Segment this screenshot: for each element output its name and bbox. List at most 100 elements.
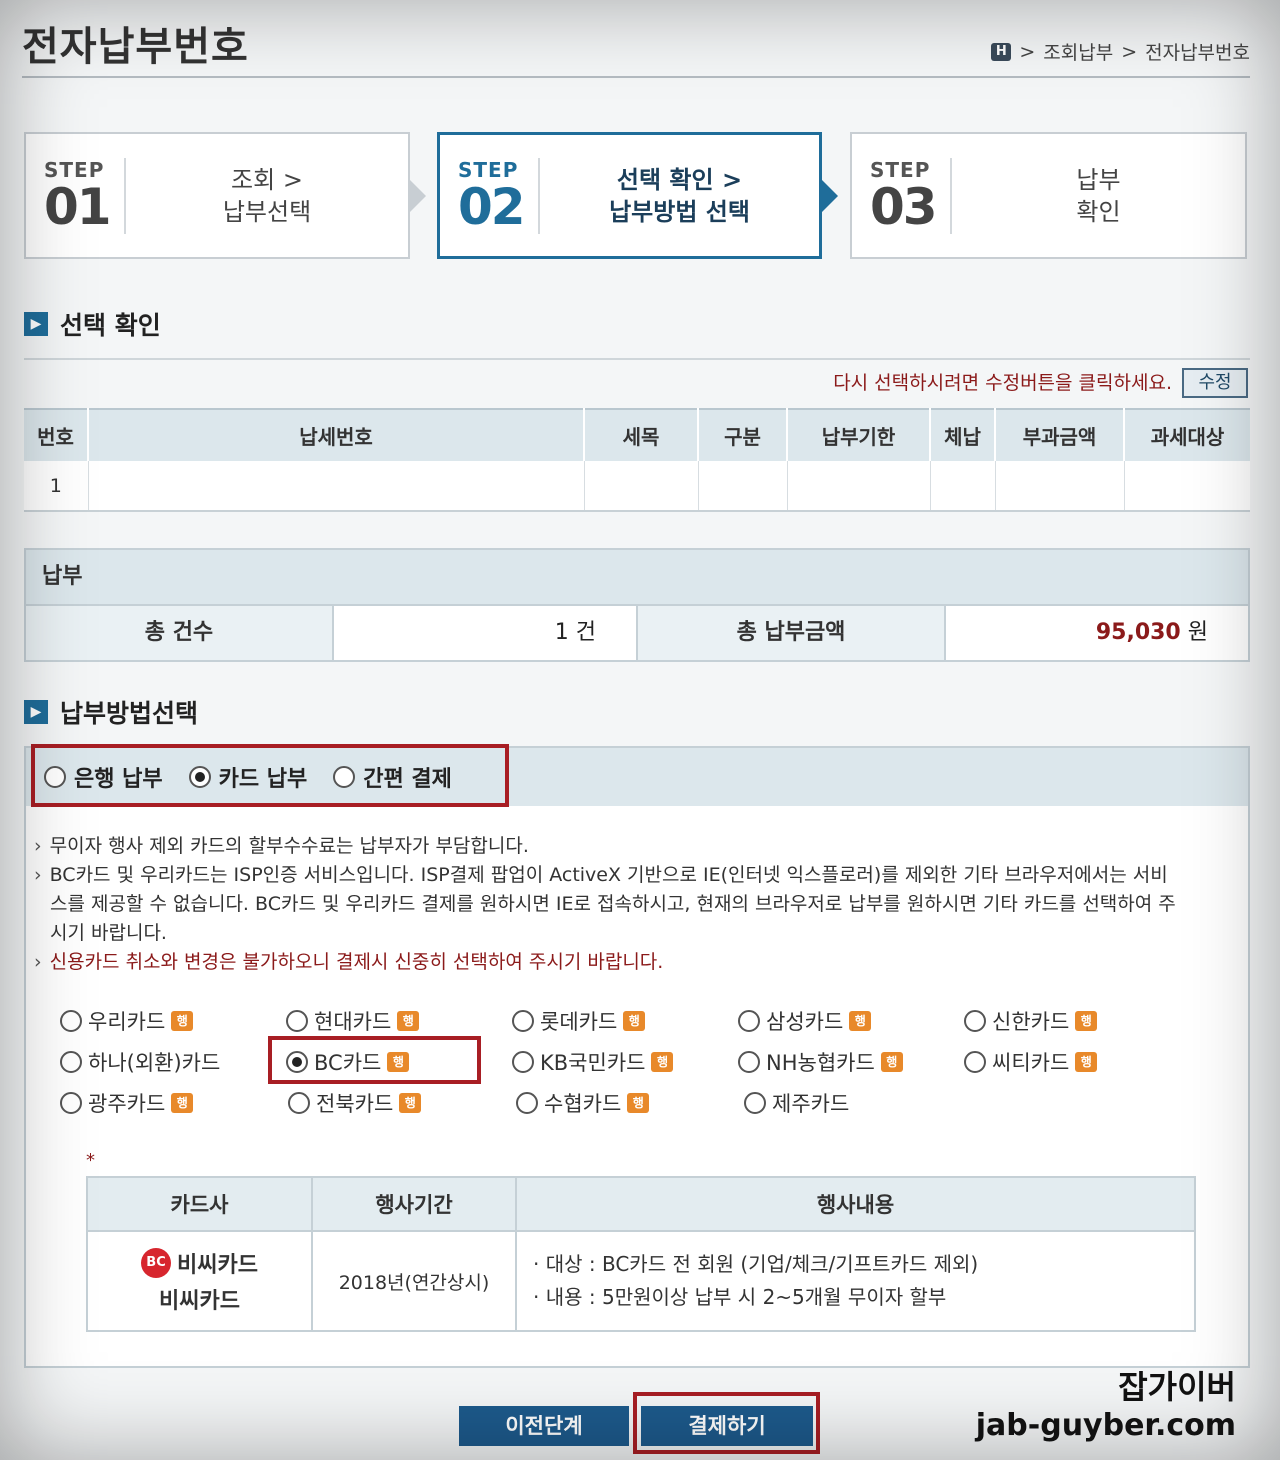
card-name: 삼성카드	[766, 1009, 844, 1034]
total-amount-label: 총 납부금액	[638, 606, 944, 660]
easy-payment-option[interactable]: 간편 결제	[333, 761, 452, 793]
radio-button-selected[interactable]	[188, 766, 211, 788]
event-badge-icon: 행	[627, 1092, 650, 1113]
radio-button[interactable]	[60, 1050, 82, 1073]
card-option[interactable]: NH농협카드 행	[738, 1047, 964, 1077]
title-divider	[22, 76, 1250, 78]
step-subtitle: 납부선택	[222, 197, 312, 226]
card-option[interactable]: 삼성카드 행	[738, 1006, 964, 1036]
radio-button[interactable]	[964, 1009, 986, 1032]
radio-button[interactable]	[512, 1009, 534, 1032]
selection-heading: ▶ 선택 확인	[24, 306, 161, 342]
promo-table: 카드사 행사기간 행사내용 BC 비씨카드 비씨카드 2018년(연간상시) ·…	[86, 1176, 1196, 1332]
card-option[interactable]: 수협카드 행	[516, 1088, 744, 1118]
card-name: NH농협카드	[766, 1050, 875, 1075]
step-subtitle: 납부방법 선택	[609, 197, 750, 226]
card-option[interactable]: 전북카드 행	[288, 1088, 516, 1118]
card-option[interactable]: 하나(외환)카드	[60, 1047, 286, 1077]
step-02: STEP 02 선택 확인 > 납부방법 선택	[437, 132, 822, 259]
method-options: 은행 납부 카드 납부 간편 결제	[26, 748, 1248, 806]
card-company-name: 비씨카드	[159, 1289, 240, 1314]
col-header: 카드사	[87, 1177, 313, 1231]
bank-payment-option[interactable]: 은행 납부	[44, 761, 163, 793]
step-subtitle: 확인	[1076, 197, 1121, 226]
card-list: 우리카드 행 현대카드 행 롯데카드 행 삼성카드 행 신한카드 행 하나(외환)카드 B…	[60, 1000, 1190, 1123]
card-option[interactable]: 제주카드	[744, 1088, 972, 1118]
col-header: 번호	[24, 408, 89, 461]
radio-button[interactable]	[44, 766, 66, 788]
edit-button[interactable]: 수정	[1182, 368, 1248, 398]
section-title: 납부방법선택	[60, 699, 199, 728]
breadcrumb-item[interactable]: 조회납부	[1043, 38, 1113, 65]
col-header: 납부기한	[787, 408, 931, 461]
payment-info: › 무이자 행사 제외 카드의 할부수수료는 납부자가 부담합니다. › BC카드 …	[34, 832, 1184, 977]
pay-button[interactable]: 결제하기	[641, 1406, 813, 1446]
col-header: 체납	[930, 408, 996, 461]
radio-button[interactable]	[738, 1009, 760, 1032]
radio-button[interactable]	[333, 766, 356, 788]
card-payment-option[interactable]: 카드 납부	[188, 761, 307, 793]
card-name: 수협카드	[544, 1091, 622, 1116]
table-cell	[583, 461, 698, 512]
table-row: 1	[24, 461, 1250, 512]
promo-line: · 내용 : 5만원이상 납부 시 2~5개월 무이자 할부	[533, 1285, 947, 1309]
step-arrow-icon	[408, 178, 426, 214]
card-option-selected[interactable]: BC카드 행	[286, 1047, 512, 1077]
col-header: 행사기간	[312, 1177, 517, 1231]
card-option[interactable]: 씨티카드 행	[964, 1047, 1190, 1077]
step-title: 선택 확인 >	[616, 165, 743, 194]
section-arrow-icon: ▶	[24, 700, 48, 724]
breadcrumb: H > 조회납부 > 전자납부번호	[991, 38, 1250, 65]
card-option[interactable]: 롯데카드 행	[512, 1006, 738, 1036]
event-badge-icon: 행	[397, 1010, 420, 1031]
card-company-cell: BC 비씨카드 비씨카드	[87, 1230, 313, 1331]
event-badge-icon: 행	[171, 1010, 194, 1031]
home-icon[interactable]: H	[991, 42, 1012, 61]
col-header: 세목	[584, 408, 699, 461]
card-option[interactable]: 현대카드 행	[286, 1006, 512, 1036]
radio-button[interactable]	[738, 1050, 760, 1073]
total-amount-value: 95,030 원	[944, 606, 1248, 660]
promo-content: · 대상 : BC카드 전 회원 (기업/체크/기프트카드 제외) · 내용 :…	[516, 1230, 1195, 1331]
card-name: BC카드	[314, 1050, 382, 1075]
col-header: 부과금액	[995, 408, 1125, 461]
watermark: 잡가이버 jab-guyber.com	[976, 1362, 1236, 1443]
breadcrumb-current: 전자납부번호	[1145, 42, 1250, 64]
promo-line: · 대상 : BC카드 전 회원 (기업/체크/기프트카드 제외)	[533, 1252, 979, 1276]
radio-button-selected[interactable]	[286, 1050, 308, 1073]
card-name: 신한카드	[992, 1009, 1070, 1034]
edit-notice: 다시 선택하시려면 수정버튼을 클릭하세요.	[833, 372, 1172, 394]
card-name: 현대카드	[314, 1009, 392, 1034]
radio-button[interactable]	[60, 1009, 82, 1032]
table-cell	[697, 461, 787, 512]
card-option[interactable]: 신한카드 행	[964, 1006, 1190, 1036]
step-number: 02	[458, 177, 526, 236]
event-badge-icon: 행	[399, 1092, 422, 1113]
radio-button[interactable]	[60, 1091, 82, 1114]
payment-summary: 납부 총 건수 1 건 총 납부금액 95,030 원	[24, 548, 1250, 662]
step-03: STEP 03 납부 확인	[850, 132, 1247, 259]
card-name: 롯데카드	[540, 1009, 618, 1034]
card-name: 우리카드	[88, 1009, 166, 1034]
event-badge-icon: 행	[880, 1051, 903, 1072]
radio-button[interactable]	[286, 1009, 308, 1032]
info-warning: › 신용카드 취소와 변경은 불가하오니 결제시 신중히 선택하여 주시기 바랍니…	[34, 951, 664, 973]
event-badge-icon: 행	[623, 1010, 646, 1031]
info-line: › BC카드 및 우리카드는 ISP인증 서비스입니다. ISP결제 팝업이 Ac…	[34, 864, 1176, 944]
card-option[interactable]: KB국민카드 행	[512, 1047, 738, 1077]
event-badge-icon: 행	[171, 1092, 194, 1113]
card-option[interactable]: 광주카드 행	[60, 1088, 288, 1118]
prev-step-button[interactable]: 이전단계	[459, 1406, 629, 1446]
event-badge-icon: 행	[651, 1051, 674, 1072]
card-name: 제주카드	[772, 1091, 850, 1116]
card-option[interactable]: 우리카드 행	[60, 1006, 286, 1036]
col-header: 과세대상	[1124, 408, 1250, 461]
radio-button[interactable]	[744, 1091, 766, 1114]
event-badge-icon: 행	[849, 1010, 872, 1031]
radio-button[interactable]	[288, 1091, 310, 1114]
radio-button[interactable]	[964, 1050, 986, 1073]
radio-button[interactable]	[516, 1091, 538, 1114]
radio-button[interactable]	[512, 1050, 534, 1073]
card-row: 우리카드 행 현대카드 행 롯데카드 행 삼성카드 행 신한카드 행	[60, 1000, 1190, 1041]
col-header: 행사내용	[516, 1177, 1195, 1231]
